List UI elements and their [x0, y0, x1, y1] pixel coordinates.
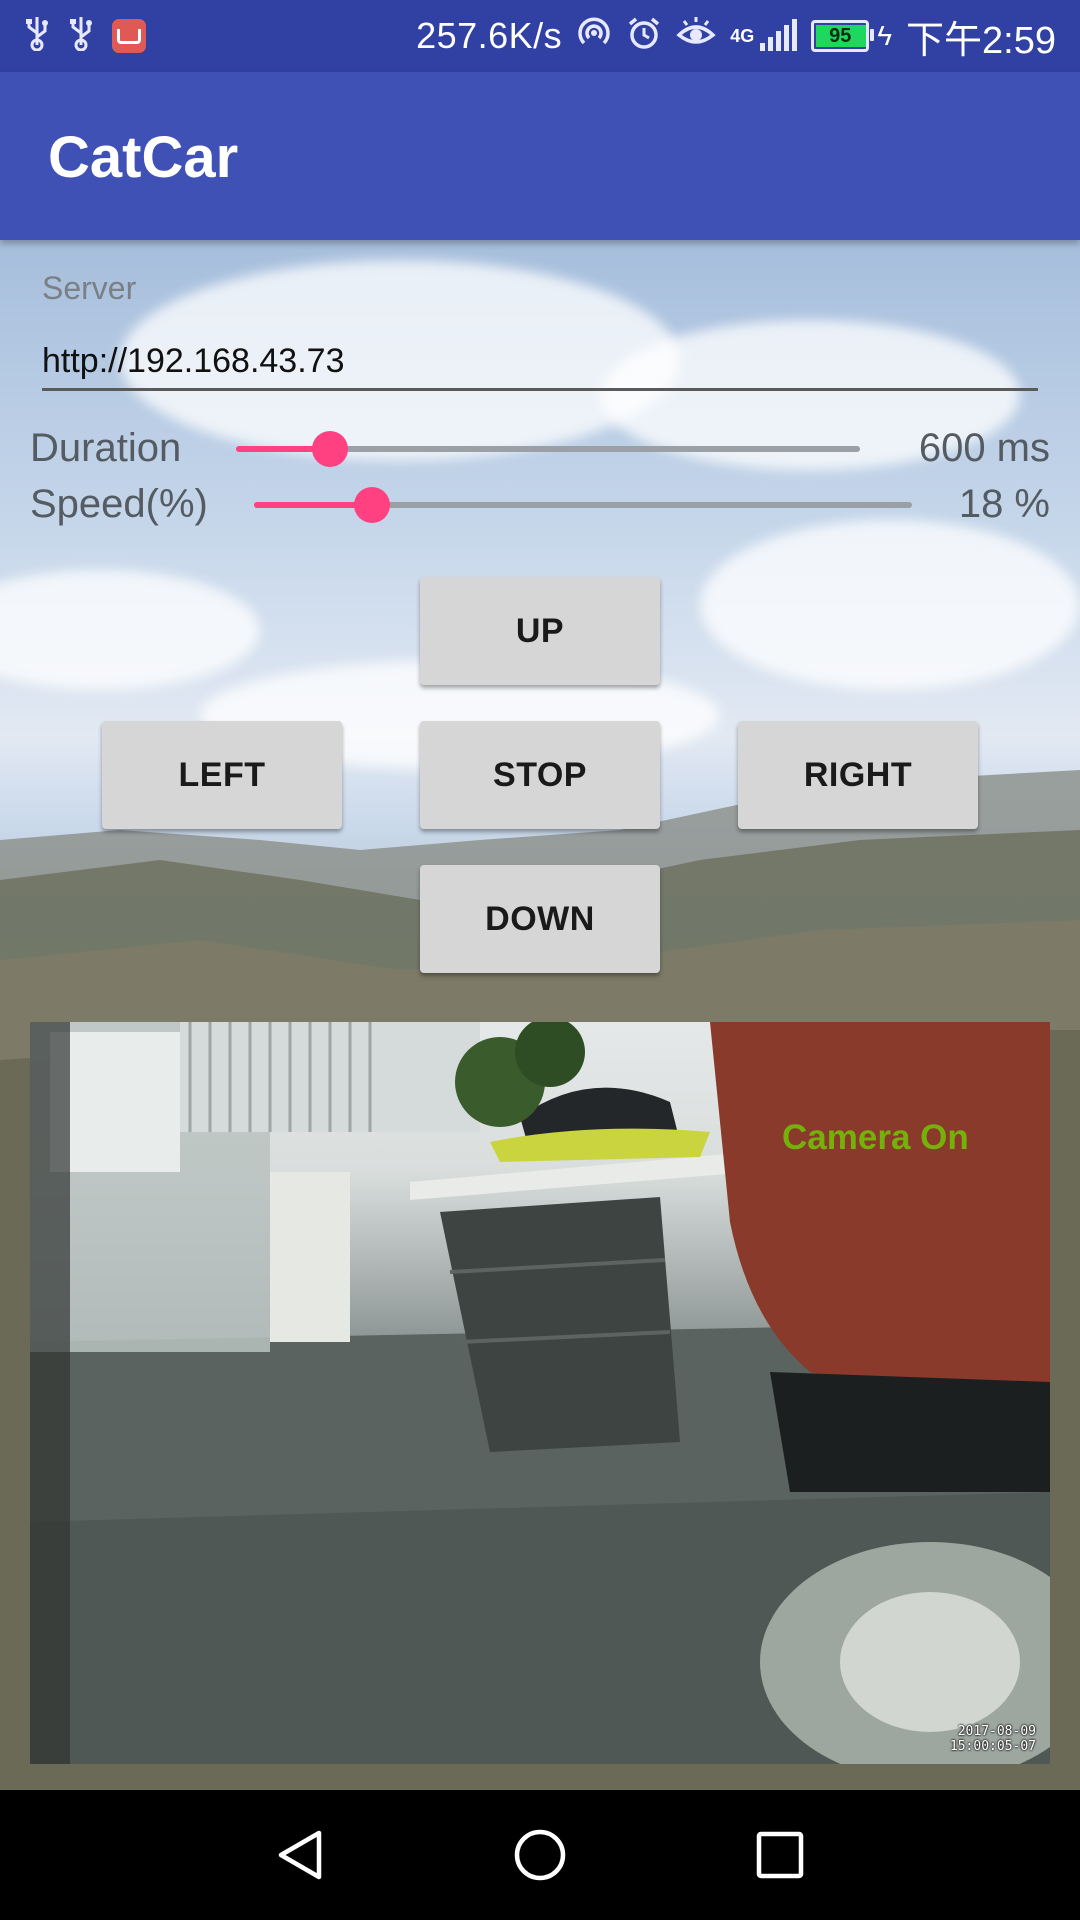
back-icon	[278, 1830, 322, 1880]
camera-timestamp-date: 2017-08-09	[957, 1724, 1036, 1739]
charging-icon: ϟ	[877, 20, 893, 51]
app-bar: CatCar	[0, 72, 1080, 240]
server-label: Server	[42, 270, 137, 306]
signal-icon	[760, 19, 798, 51]
left-button[interactable]: LEFT	[102, 721, 342, 829]
speed-slider[interactable]	[254, 502, 912, 508]
battery-icon: 95	[811, 20, 875, 52]
network-speed: 257.6K/s	[416, 15, 563, 56]
stop-button[interactable]: STOP	[420, 721, 660, 829]
camera-feed: Camera On 2017-08-09 15:00:05-07	[30, 1022, 1050, 1764]
app-title: CatCar	[48, 125, 239, 190]
back-button[interactable]	[260, 1820, 340, 1890]
network-type: 4G	[730, 26, 755, 46]
app-notification-icon	[112, 19, 146, 53]
duration-row: Duration 600 ms	[30, 420, 1050, 476]
recents-icon	[756, 1831, 804, 1879]
duration-value: 600 ms	[918, 426, 1050, 470]
down-button[interactable]: DOWN	[420, 865, 660, 973]
up-button[interactable]: UP	[420, 577, 660, 685]
navigation-bar	[0, 1790, 1080, 1920]
speed-label: Speed(%)	[30, 482, 208, 526]
speed-value: 18 %	[958, 482, 1050, 526]
status-bar: 257.6K/s 4G 95 ϟ 下午2:59	[0, 0, 1080, 72]
alarm-icon	[626, 15, 662, 57]
recents-button[interactable]	[740, 1820, 820, 1890]
server-input[interactable]	[42, 334, 1038, 391]
duration-slider-thumb[interactable]	[311, 431, 348, 467]
camera-status: Camera On	[782, 1118, 969, 1157]
usb-icon	[68, 15, 94, 57]
hotspot-icon	[576, 15, 612, 57]
battery-level: 95	[829, 24, 852, 47]
camera-timestamp: 2017-08-09 15:00:05-07	[950, 1724, 1036, 1754]
screen: 257.6K/s 4G 95 ϟ 下午2:59 CatCar Server ht…	[0, 0, 1080, 1920]
right-button[interactable]: RIGHT	[738, 721, 978, 829]
home-button[interactable]	[500, 1820, 580, 1890]
usb-icon	[24, 15, 50, 57]
duration-label: Duration	[30, 426, 182, 470]
speed-row: Speed(%) 18 %	[30, 476, 1050, 532]
home-icon	[514, 1829, 566, 1881]
speed-slider-thumb[interactable]	[354, 487, 391, 523]
eye-comfort-icon	[676, 15, 716, 57]
camera-timestamp-time: 15:00:05-07	[949, 1739, 1036, 1754]
clock: 下午2:59	[906, 19, 1056, 62]
